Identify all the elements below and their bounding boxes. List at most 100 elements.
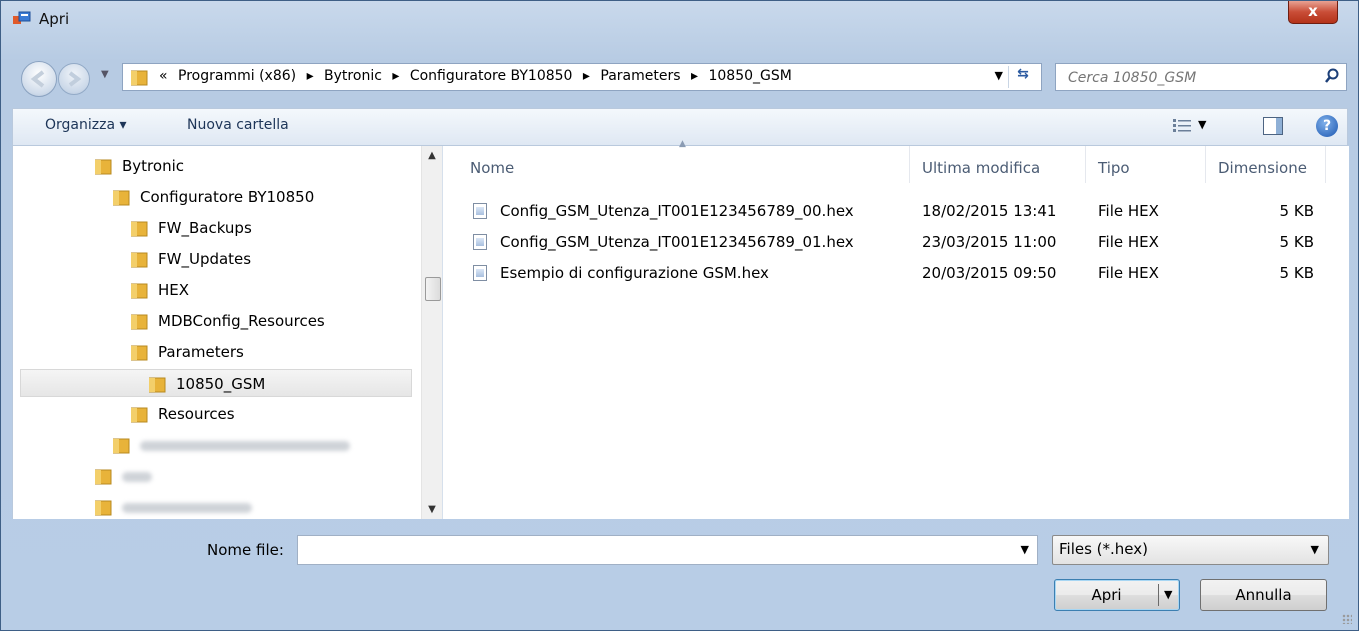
- new-folder-button[interactable]: Nuova cartella: [187, 117, 289, 133]
- file-type: File HEX: [1098, 264, 1159, 282]
- folder-icon: [113, 190, 130, 206]
- recent-pages-dropdown-icon[interactable]: ▼: [101, 69, 109, 80]
- filetype-select[interactable]: Files (*.hex) ▼: [1052, 535, 1329, 565]
- tree-item[interactable]: Configuratore BY10850: [113, 183, 314, 211]
- open-button-label: Apri: [1091, 586, 1122, 604]
- breadcrumb-item[interactable]: Programmi (x86): [178, 68, 296, 84]
- resize-grip-icon[interactable]: [1342, 614, 1352, 624]
- tree-item-label: 10850_GSM: [176, 375, 266, 393]
- hex-file-icon: [473, 265, 487, 281]
- tree-item-label: Bytronic: [122, 157, 184, 175]
- tree-item[interactable]: Bytronic: [95, 152, 184, 180]
- column-header-name[interactable]: ▲ Nome: [443, 139, 910, 183]
- search-box[interactable]: [1055, 63, 1347, 91]
- filetype-dropdown-icon[interactable]: ▼: [1311, 543, 1319, 556]
- folder-icon: [113, 438, 130, 454]
- folder-icon: [131, 314, 148, 330]
- navigation-pane[interactable]: Bytronic Configuratore BY10850 FW_Backups F…: [12, 146, 442, 519]
- organize-menu[interactable]: Organizza ▾: [45, 117, 127, 133]
- tree-item[interactable]: MDBConfig_Resources: [131, 307, 325, 335]
- search-input[interactable]: [1066, 67, 1310, 89]
- tree-item[interactable]: [113, 431, 350, 459]
- filename-label: Nome file:: [207, 541, 284, 559]
- folder-icon: [131, 407, 148, 423]
- tree-item[interactable]: HEX: [131, 276, 189, 304]
- redacted-label: [122, 471, 152, 482]
- file-list-pane[interactable]: ▲ Nome Ultima modifica Tipo Dimensione C…: [442, 139, 1349, 519]
- file-type: File HEX: [1098, 233, 1159, 251]
- tree-item-label: Resources: [158, 405, 235, 423]
- tree-item[interactable]: FW_Backups: [131, 214, 252, 242]
- scroll-thumb[interactable]: [425, 277, 441, 301]
- scroll-down-icon[interactable]: ▼: [422, 504, 442, 515]
- breadcrumb-item[interactable]: Configuratore BY10850: [410, 68, 573, 84]
- tree-item[interactable]: Resources: [131, 400, 235, 428]
- forward-arrow-icon: [68, 71, 82, 87]
- address-dropdown-icon[interactable]: ▼: [995, 69, 1003, 82]
- hex-file-icon: [473, 203, 487, 219]
- filename-input[interactable]: [304, 540, 1008, 562]
- file-modified: 20/03/2015 09:50: [922, 264, 1057, 282]
- tree-item[interactable]: FW_Updates: [131, 245, 251, 273]
- tree-item[interactable]: [95, 462, 152, 490]
- column-label: Ultima modifica: [922, 159, 1041, 177]
- file-size: 5 KB: [1279, 233, 1314, 251]
- address-bar[interactable]: « Programmi (x86) ▸ Bytronic ▸ Configura…: [122, 63, 1042, 91]
- tree-item-label: MDBConfig_Resources: [158, 312, 325, 330]
- tree-scrollbar[interactable]: ▲ ▼: [421, 146, 442, 519]
- app-icon: [13, 11, 31, 24]
- cancel-button[interactable]: Annulla: [1200, 579, 1327, 611]
- column-header-type[interactable]: Tipo: [1086, 146, 1206, 183]
- scroll-up-icon[interactable]: ▲: [422, 150, 442, 161]
- redacted-label: [140, 440, 350, 451]
- file-name: Config_GSM_Utenza_IT001E123456789_00.hex: [500, 202, 854, 220]
- help-icon[interactable]: ?: [1316, 115, 1338, 137]
- column-label: Nome: [470, 159, 515, 177]
- file-row[interactable]: Esempio di configurazione GSM.hex 20/03/2…: [443, 258, 1349, 288]
- open-button[interactable]: Apri ▼: [1054, 579, 1180, 611]
- folder-icon: [131, 345, 148, 361]
- folder-icon: [95, 500, 112, 516]
- sort-ascending-icon: ▲: [679, 139, 686, 149]
- view-options-icon[interactable]: [1173, 118, 1191, 134]
- filetype-value: Files (*.hex): [1059, 540, 1149, 558]
- breadcrumb-overflow[interactable]: «: [159, 68, 168, 84]
- view-dropdown-icon[interactable]: ▼: [1198, 118, 1206, 131]
- column-label: Tipo: [1098, 159, 1130, 177]
- redacted-label: [122, 502, 252, 513]
- file-row[interactable]: Config_GSM_Utenza_IT001E123456789_00.hex…: [443, 196, 1349, 226]
- breadcrumb-separator[interactable]: ▸: [583, 68, 590, 84]
- breadcrumb-item[interactable]: Bytronic: [324, 68, 382, 84]
- tree-item[interactable]: [95, 493, 252, 521]
- file-row[interactable]: Config_GSM_Utenza_IT001E123456789_01.hex…: [443, 227, 1349, 257]
- split-divider: [1158, 584, 1159, 606]
- open-options-dropdown-icon[interactable]: ▼: [1164, 580, 1172, 610]
- file-type: File HEX: [1098, 202, 1159, 220]
- file-modified: 18/02/2015 13:41: [922, 202, 1057, 220]
- breadcrumb-separator[interactable]: ▸: [691, 68, 698, 84]
- file-name: Esempio di configurazione GSM.hex: [500, 264, 769, 282]
- forward-button[interactable]: [58, 63, 90, 95]
- search-icon[interactable]: [1324, 68, 1340, 84]
- filename-combobox[interactable]: ▼: [297, 535, 1038, 565]
- breadcrumb-separator[interactable]: ▸: [392, 68, 399, 84]
- breadcrumb-item[interactable]: 10850_GSM: [708, 68, 791, 84]
- column-header-modified[interactable]: Ultima modifica: [910, 146, 1086, 183]
- tree-item-label: HEX: [158, 281, 190, 299]
- tree-item[interactable]: Parameters: [131, 338, 244, 366]
- title-bar[interactable]: Apri x: [1, 1, 1358, 41]
- hex-file-icon: [473, 234, 487, 250]
- folder-icon: [131, 283, 148, 299]
- refresh-icon[interactable]: ⇆: [1008, 66, 1037, 88]
- breadcrumb-item[interactable]: Parameters: [600, 68, 680, 84]
- back-button[interactable]: [21, 61, 57, 97]
- preview-pane-icon[interactable]: [1263, 117, 1283, 135]
- tree-item[interactable]: 10850_GSM: [20, 369, 412, 397]
- file-size: 5 KB: [1279, 264, 1314, 282]
- back-arrow-icon: [30, 70, 45, 88]
- close-button[interactable]: x: [1288, 1, 1338, 24]
- column-header-size[interactable]: Dimensione: [1206, 146, 1326, 183]
- breadcrumb: « Programmi (x86) ▸ Bytronic ▸ Configura…: [159, 68, 798, 84]
- filename-dropdown-icon[interactable]: ▼: [1021, 543, 1029, 556]
- breadcrumb-separator[interactable]: ▸: [307, 68, 314, 84]
